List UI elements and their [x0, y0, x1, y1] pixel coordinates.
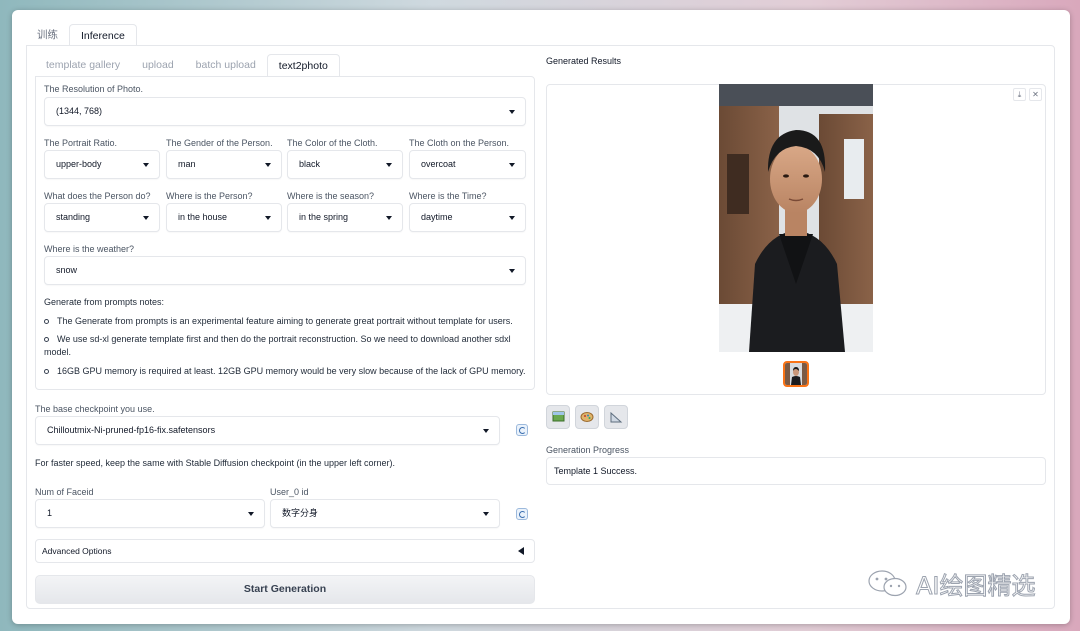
chevron-down-icon — [483, 512, 489, 516]
weather-dropdown[interactable]: snow — [44, 256, 526, 285]
picture-icon — [552, 411, 565, 422]
location-dropdown[interactable]: in the house — [166, 203, 282, 232]
action-label: What does the Person do? — [44, 191, 151, 201]
tab-template-gallery[interactable]: template gallery — [35, 54, 131, 77]
time-value: daytime — [421, 212, 453, 222]
chevron-down-icon — [386, 163, 392, 167]
gender-label: The Gender of the Person. — [166, 138, 273, 148]
advanced-options-accordion[interactable]: Advanced Options — [35, 539, 535, 563]
advanced-options-label: Advanced Options — [42, 546, 112, 556]
faceid-dropdown[interactable]: 1 — [35, 499, 265, 528]
action-dropdown[interactable]: standing — [44, 203, 160, 232]
cloth-dropdown[interactable]: overcoat — [409, 150, 526, 179]
gender-value: man — [178, 159, 196, 169]
checkpoint-label: The base checkpoint you use. — [35, 404, 155, 414]
chevron-down-icon — [386, 216, 392, 220]
top-tab-bar: 训练 Inference — [26, 24, 137, 46]
caret-left-icon — [518, 547, 524, 555]
cloth-color-value: black — [299, 159, 321, 169]
user-id-label: User_0 id — [270, 487, 309, 497]
refresh-icon[interactable] — [516, 424, 528, 436]
resolution-value: (1344, 768) — [56, 106, 103, 116]
chevron-down-icon — [143, 216, 149, 220]
gender-dropdown[interactable]: man — [166, 150, 282, 179]
chevron-down-icon — [265, 216, 271, 220]
checkpoint-hint: For faster speed, keep the same with Sta… — [35, 458, 396, 468]
checkpoint-dropdown[interactable]: Chilloutmix-Ni-pruned-fp16-fix.safetenso… — [35, 416, 500, 445]
notes-title: Generate from prompts notes: — [44, 297, 165, 307]
chevron-down-icon — [509, 163, 515, 167]
send-to-extras-button[interactable] — [604, 405, 628, 429]
tab-batch-upload[interactable]: batch upload — [185, 54, 267, 77]
ruler-icon — [610, 411, 623, 423]
note-item: The Generate from prompts is an experime… — [44, 315, 526, 328]
bullet-icon — [44, 337, 49, 342]
season-label: Where is the season? — [287, 191, 375, 201]
faceid-label: Num of Faceid — [35, 487, 94, 497]
bullet-icon — [44, 369, 49, 374]
chevron-down-icon — [143, 163, 149, 167]
generated-photo[interactable] — [719, 84, 873, 352]
action-value: standing — [56, 212, 91, 222]
chevron-down-icon — [248, 512, 254, 516]
note-text: The Generate from prompts is an experime… — [57, 316, 513, 326]
close-icon[interactable]: ✕ — [1029, 88, 1042, 101]
bullet-icon — [44, 319, 49, 324]
progress-value: Template 1 Success. — [554, 466, 638, 476]
location-value: in the house — [178, 212, 228, 222]
start-generation-button[interactable]: Start Generation — [35, 575, 535, 604]
progress-label: Generation Progress — [546, 445, 630, 455]
resolution-label: The Resolution of Photo. — [44, 84, 144, 94]
resolution-dropdown[interactable]: (1344, 768) — [44, 97, 526, 126]
cloth-color-label: The Color of the Cloth. — [287, 138, 378, 148]
note-item: We use sd-xl generate template first and… — [44, 333, 526, 359]
location-label: Where is the Person? — [166, 191, 253, 201]
tab-text2photo[interactable]: text2photo — [266, 54, 340, 77]
tab-upload[interactable]: upload — [131, 54, 185, 77]
chevron-down-icon — [509, 269, 515, 273]
wechat-icon — [868, 570, 907, 597]
note-text: 16GB GPU memory is required at least. 12… — [57, 366, 526, 376]
tab-train[interactable]: 训练 — [26, 24, 69, 46]
chevron-down-icon — [265, 163, 271, 167]
user-id-dropdown[interactable]: 数字分身 — [270, 499, 500, 528]
progress-textbox[interactable]: Template 1 Success. — [546, 457, 1046, 485]
send-to-img2img-button[interactable] — [546, 405, 570, 429]
download-icon[interactable]: ⤓ — [1013, 88, 1026, 101]
chevron-down-icon — [509, 110, 515, 114]
palette-icon — [580, 412, 594, 422]
weather-label: Where is the weather? — [44, 244, 135, 254]
user-id-value: 数字分身 — [282, 508, 319, 518]
sub-tab-bar: template gallery upload batch upload tex… — [35, 54, 340, 77]
portrait-ratio-value: upper-body — [56, 159, 102, 169]
time-dropdown[interactable]: daytime — [409, 203, 526, 232]
refresh-icon[interactable] — [516, 508, 528, 520]
note-item: 16GB GPU memory is required at least. 12… — [44, 365, 526, 378]
portrait-ratio-label: The Portrait Ratio. — [44, 138, 118, 148]
portrait-ratio-dropdown[interactable]: upper-body — [44, 150, 160, 179]
send-to-inpaint-button[interactable] — [575, 405, 599, 429]
result-thumbnail[interactable] — [783, 361, 809, 387]
chevron-down-icon — [483, 429, 489, 433]
results-label: Generated Results — [546, 56, 622, 66]
season-value: in the spring — [299, 212, 349, 222]
watermark: AI绘图精选 — [866, 565, 1036, 601]
checkpoint-value: Chilloutmix-Ni-pruned-fp16-fix.safetenso… — [47, 425, 216, 435]
watermark-text: AI绘图精选 — [916, 571, 1036, 600]
cloth-color-dropdown[interactable]: black — [287, 150, 403, 179]
cloth-label: The Cloth on the Person. — [409, 138, 510, 148]
chevron-down-icon — [509, 216, 515, 220]
season-dropdown[interactable]: in the spring — [287, 203, 403, 232]
faceid-value: 1 — [47, 508, 53, 518]
note-text: We use sd-xl generate template first and… — [44, 334, 511, 357]
cloth-value: overcoat — [421, 159, 456, 169]
tab-inference[interactable]: Inference — [69, 24, 137, 46]
weather-value: snow — [56, 265, 78, 275]
time-label: Where is the Time? — [409, 191, 487, 201]
